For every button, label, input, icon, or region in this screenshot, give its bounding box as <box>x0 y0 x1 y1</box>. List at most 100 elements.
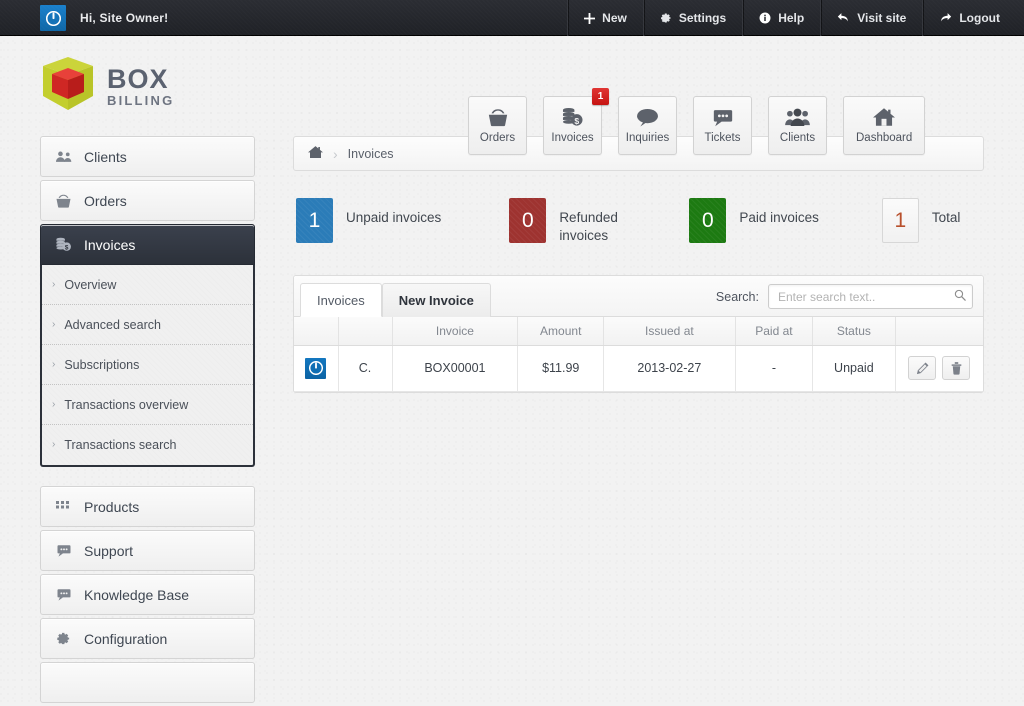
topbar-item-label: Visit site <box>857 11 906 25</box>
brand-name-bottom: BILLING <box>107 94 174 107</box>
power-badge-icon <box>40 5 66 31</box>
page-layout: Clients Orders $ Invoices <box>0 136 1024 706</box>
nav-button-orders[interactable]: Orders <box>468 96 527 155</box>
submenu-item-subscriptions[interactable]: › Subscriptions <box>42 345 253 385</box>
brand-name-top: BOX <box>107 66 174 93</box>
sidebar-item-products[interactable]: Products <box>40 486 255 527</box>
coins-dollar-icon: $ <box>561 107 584 127</box>
topbar-item-label: Help <box>778 11 804 25</box>
nav-button-invoices[interactable]: 1 $ Invoices <box>543 96 602 155</box>
search-area: Search: <box>716 284 983 316</box>
sidebar-item-label: Clients <box>84 149 127 165</box>
gear-icon <box>660 12 672 24</box>
sidebar-item-support[interactable]: Support <box>40 530 255 571</box>
submenu-item-label: Advanced search <box>64 318 161 332</box>
chat-dots-icon <box>55 544 72 557</box>
row-actions <box>896 356 984 380</box>
grid-icon <box>55 501 72 512</box>
sidebar-item-orders[interactable]: Orders <box>40 180 255 221</box>
column-paid-at[interactable]: Paid at <box>735 317 813 345</box>
submenu-item-label: Transactions overview <box>64 398 188 412</box>
brand-wordmark: BOX BILLING <box>107 66 174 107</box>
invoices-badge: 1 <box>592 88 609 105</box>
search-label: Search: <box>716 290 759 304</box>
stat-label: Unpaid invoices <box>346 198 441 227</box>
home-icon[interactable] <box>308 145 323 162</box>
column-invoice[interactable]: Invoice <box>392 317 518 345</box>
column-avatar <box>294 317 338 345</box>
tab-invoices[interactable]: Invoices <box>300 283 382 317</box>
submenu-item-label: Transactions search <box>64 438 176 452</box>
top-bar-brand[interactable]: Hi, Site Owner! <box>40 0 168 36</box>
stat-total: 1 Total <box>882 198 961 243</box>
invoices-panel: Invoices New Invoice Search: <box>293 275 984 393</box>
nav-button-tickets[interactable]: Tickets <box>693 96 752 155</box>
topbar-item-logout[interactable]: Logout <box>922 0 1024 36</box>
sidebar-item-partial[interactable] <box>40 662 255 703</box>
box-cube-logo <box>40 55 96 118</box>
svg-text:$: $ <box>65 244 69 251</box>
panel-header: Invoices New Invoice Search: <box>294 276 983 317</box>
submenu-item-transactions-search[interactable]: › Transactions search <box>42 425 253 465</box>
sidebar-item-invoices[interactable]: $ Invoices <box>40 224 255 265</box>
svg-text:$: $ <box>574 116 579 126</box>
gear-icon <box>55 631 72 646</box>
nav-button-label: Inquiries <box>626 132 669 144</box>
stat-refunded-invoices: 0 Refunded invoices <box>509 198 634 245</box>
submenu-item-transactions-overview[interactable]: › Transactions overview <box>42 385 253 425</box>
stat-value-box: 0 <box>689 198 726 243</box>
power-badge-icon[interactable] <box>305 358 326 379</box>
nav-button-inquiries[interactable]: Inquiries <box>618 96 677 155</box>
stat-unpaid-invoices: 1 Unpaid invoices <box>296 198 441 243</box>
table-header: Invoice Amount Issued at Paid at Status <box>294 317 983 345</box>
column-amount[interactable]: Amount <box>518 317 604 345</box>
topbar-item-help[interactable]: Help <box>742 0 820 36</box>
stat-label: Paid invoices <box>739 198 819 227</box>
column-status[interactable]: Status <box>813 317 895 345</box>
people-group-icon <box>785 107 810 127</box>
sidebar-item-clients[interactable]: Clients <box>40 136 255 177</box>
delete-button[interactable] <box>942 356 970 380</box>
nav-button-dashboard[interactable]: Dashboard <box>843 96 925 155</box>
cell-client[interactable]: C. <box>338 345 392 391</box>
sidebar-item-label: Configuration <box>84 631 167 647</box>
cell-avatar <box>294 345 338 391</box>
basket-icon <box>487 107 509 127</box>
search-input[interactable] <box>768 284 973 309</box>
topbar-item-settings[interactable]: Settings <box>643 0 742 36</box>
brand-logo[interactable]: BOX BILLING <box>40 55 174 118</box>
submenu-item-overview[interactable]: › Overview <box>42 265 253 305</box>
submenu-item-label: Subscriptions <box>64 358 139 372</box>
topbar-item-new[interactable]: New <box>567 0 643 36</box>
nav-button-label: Tickets <box>705 132 741 144</box>
table-row[interactable]: C. BOX00001 $11.99 2013-02-27 - Unpaid <box>294 345 983 391</box>
greeting-text: Hi, Site Owner! <box>80 11 168 25</box>
nav-button-label: Clients <box>780 132 815 144</box>
edit-button[interactable] <box>908 356 936 380</box>
stat-label: Total <box>932 198 961 227</box>
top-bar-menu: New Settings Help Visit site Logout <box>567 0 1024 36</box>
tab-new-invoice[interactable]: New Invoice <box>382 283 491 317</box>
page-header: BOX BILLING Orders 1 <box>0 36 1024 136</box>
submenu-item-advanced-search[interactable]: › Advanced search <box>42 305 253 345</box>
column-issued-at[interactable]: Issued at <box>604 317 735 345</box>
people-icon <box>55 150 72 163</box>
topbar-item-label: Logout <box>959 11 1000 25</box>
stat-paid-invoices: 0 Paid invoices <box>689 198 819 243</box>
chat-dots-icon <box>712 107 734 127</box>
nav-button-label: Dashboard <box>856 132 912 144</box>
sidebar-submenu-invoices: › Overview › Advanced search › Subscript… <box>40 265 255 467</box>
submenu-item-label: Overview <box>64 278 116 292</box>
nav-button-clients[interactable]: Clients <box>768 96 827 155</box>
sidebar-item-label: Support <box>84 543 133 559</box>
top-nav: Orders 1 $ Invoices <box>468 96 925 155</box>
sidebar-item-configuration[interactable]: Configuration <box>40 618 255 659</box>
topbar-item-label: New <box>602 11 627 25</box>
nav-button-label: Invoices <box>551 132 593 144</box>
breadcrumb-separator: › <box>333 146 338 162</box>
sidebar-item-knowledge-base[interactable]: Knowledge Base <box>40 574 255 615</box>
topbar-item-visit-site[interactable]: Visit site <box>820 0 922 36</box>
table-body: C. BOX00001 $11.99 2013-02-27 - Unpaid <box>294 345 983 391</box>
cell-invoice[interactable]: BOX00001 <box>392 345 518 391</box>
cell-status: Unpaid <box>813 345 895 391</box>
